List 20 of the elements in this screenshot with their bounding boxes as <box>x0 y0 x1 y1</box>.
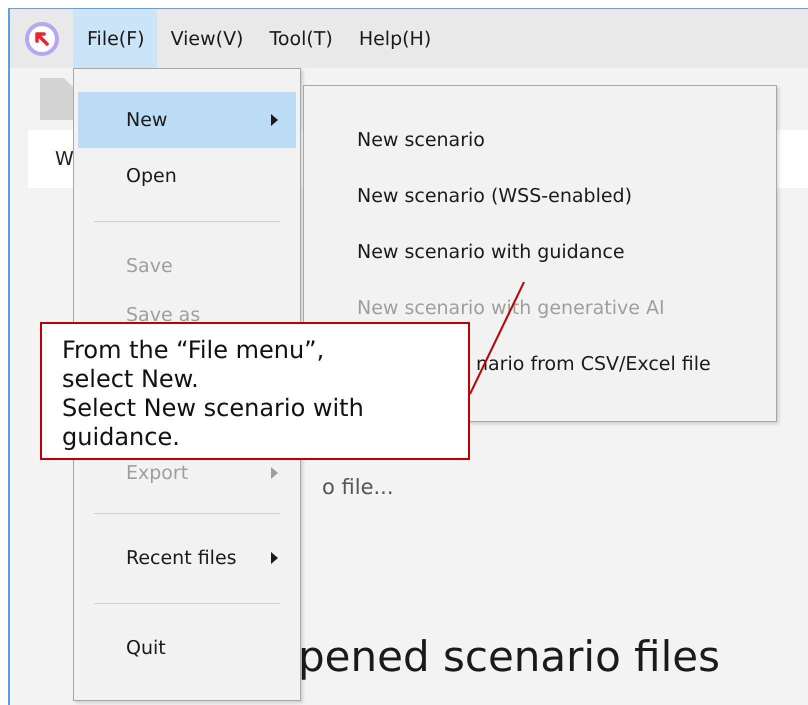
submenu-arrow-icon <box>271 114 278 126</box>
submenu-arrow-icon <box>271 467 278 479</box>
menu-item[interactable]: Recent files <box>78 530 296 586</box>
tab-label[interactable]: W <box>55 148 74 170</box>
menu-bar-item[interactable]: View(V) <box>156 9 256 68</box>
menu-item[interactable]: New scenario with guidance <box>357 241 625 263</box>
menu-item[interactable]: Quit <box>78 620 296 676</box>
menu-item[interactable]: New scenario (WSS-enabled) <box>357 185 632 207</box>
callout-text: Select New scenario with guidance. <box>62 394 365 452</box>
callout-text: From the “File menu”, select New. <box>62 336 326 394</box>
app-logo-icon <box>24 20 60 56</box>
menu-item[interactable]: New <box>78 92 296 148</box>
menu-bar-item[interactable]: Tool(T) <box>255 9 345 68</box>
section-heading: pened scenario files <box>298 633 720 681</box>
menu-bar-item[interactable]: Help(H) <box>344 9 444 68</box>
menu-bar-item[interactable]: File(F) <box>73 9 157 68</box>
submenu-arrow-icon <box>271 552 278 564</box>
menu-item[interactable]: Open <box>78 148 296 204</box>
open-file-link[interactable]: o file... <box>322 474 394 500</box>
menu-item[interactable]: New scenario <box>357 129 485 151</box>
